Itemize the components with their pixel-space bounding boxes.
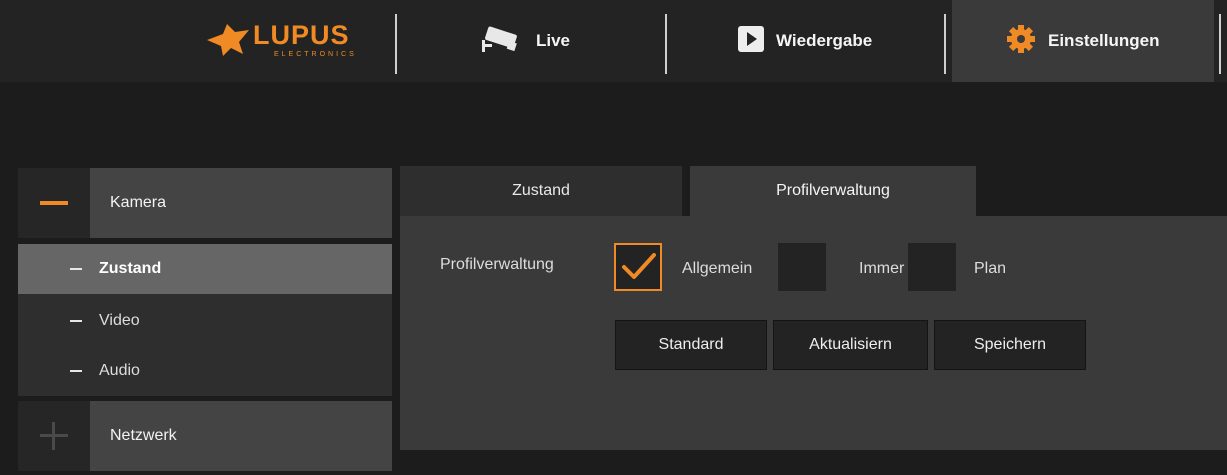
fox-logo-icon <box>207 24 249 56</box>
gear-icon <box>1006 24 1036 59</box>
refresh-button[interactable]: Aktualisiern <box>773 320 928 370</box>
expand-icon[interactable] <box>18 401 90 471</box>
nav-wiedergabe[interactable]: Wiedergabe <box>738 0 918 82</box>
sidebar-item-zustand[interactable]: Zustand <box>18 244 392 294</box>
nav-separator <box>665 14 667 74</box>
sidebar-item-label: Zustand <box>99 260 162 277</box>
brand-name: LUPUS <box>253 20 350 50</box>
sidebar-category-label: Kamera <box>110 194 167 211</box>
dash-icon <box>70 320 82 322</box>
plan-label: Plan <box>974 260 1007 277</box>
plan-checkbox[interactable] <box>908 243 956 291</box>
profile-management-label: Profilverwaltung <box>440 256 554 273</box>
nav-einstellungen[interactable]: Einstellungen <box>952 0 1214 82</box>
sidebar-item-label: Video <box>99 312 140 329</box>
lupus-logo: LUPUS ELECTRONICS <box>205 18 370 64</box>
nav-live[interactable]: Live <box>480 0 600 82</box>
immer-label: Immer <box>859 260 905 277</box>
standard-button[interactable]: Standard <box>615 320 767 370</box>
sidebar-item-video[interactable]: Video <box>18 296 392 346</box>
camera-icon <box>480 24 524 59</box>
nav-live-label: Live <box>536 31 571 50</box>
play-icon <box>738 25 764 57</box>
top-navigation-bar: LUPUS ELECTRONICS Live Wiedergabe Einste… <box>0 0 1227 82</box>
profile-management-panel: Profilverwaltung Allgemein Immer Plan St… <box>400 216 1227 450</box>
collapse-icon[interactable] <box>18 168 90 238</box>
dash-icon <box>70 268 82 270</box>
save-button[interactable]: Speichern <box>934 320 1086 370</box>
brand-subtitle: ELECTRONICS <box>274 51 357 58</box>
tab-profilverwaltung[interactable]: Profilverwaltung <box>690 166 976 216</box>
tab-zustand[interactable]: Zustand <box>400 166 682 216</box>
nav-separator <box>944 14 946 74</box>
nav-separator <box>395 14 397 74</box>
tab-label: Zustand <box>512 182 570 199</box>
checkmark-icon <box>622 253 656 279</box>
sidebar-category-kamera[interactable]: Kamera <box>18 168 392 238</box>
nav-separator <box>1219 14 1221 74</box>
allgemein-checkbox[interactable] <box>614 243 662 291</box>
sidebar-item-audio[interactable]: Audio <box>18 346 392 396</box>
sidebar-category-label: Netzwerk <box>110 427 177 444</box>
sidebar-category-netzwerk[interactable]: Netzwerk <box>18 401 392 471</box>
immer-checkbox[interactable] <box>778 243 826 291</box>
sidebar-item-label: Audio <box>99 362 140 379</box>
tab-label: Profilverwaltung <box>776 182 890 199</box>
sidebar-subitems: Zustand Video Audio <box>18 244 392 396</box>
dash-icon <box>70 370 82 372</box>
allgemein-label: Allgemein <box>682 260 753 277</box>
nav-wiedergabe-label: Wiedergabe <box>776 31 873 50</box>
nav-einstellungen-label: Einstellungen <box>1048 31 1160 50</box>
